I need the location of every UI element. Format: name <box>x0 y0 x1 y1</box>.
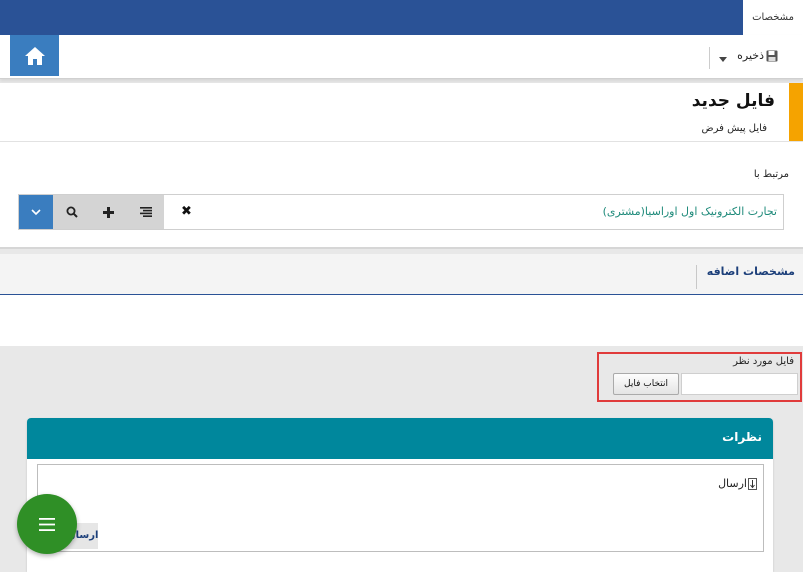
file-field-label: فایل مورد نظر <box>733 356 794 367</box>
comment-text: ارسال <box>718 477 757 490</box>
related-lookup: ✖ تجارت الکترونیک اول اوراسیا(مشتری) <box>18 194 784 230</box>
list-icon <box>139 207 152 217</box>
tab-extra-details[interactable]: مشخصات اضافه <box>695 265 795 289</box>
list-button[interactable] <box>127 195 164 229</box>
floating-menu-button[interactable] <box>17 494 77 554</box>
menu-icon <box>39 517 55 531</box>
home-button[interactable] <box>10 35 59 76</box>
file-field: فایل مورد نظر انتخاب فایل <box>597 352 802 402</box>
record-header: فایل جدید فایل پیش فرض <box>0 83 803 141</box>
comments-title: نظرات <box>722 430 762 444</box>
home-icon <box>24 46 45 65</box>
add-icon <box>103 206 114 218</box>
tabs-area: مشخصات اضافه <box>0 254 803 346</box>
save-label: ذخیره <box>737 49 764 62</box>
title-accent-bar <box>789 83 803 141</box>
toolbar: ذخیره <box>0 35 803 79</box>
comments-panel: نظرات ارسال ارسال <box>27 418 773 572</box>
comments-header: نظرات <box>27 418 773 459</box>
related-label: مرتبط با <box>753 169 789 180</box>
clear-icon[interactable]: ✖ <box>181 204 192 219</box>
top-bar: مشخصات <box>0 0 803 35</box>
file-name-input[interactable] <box>681 373 798 395</box>
comment-text-value: ارسال <box>718 477 747 490</box>
chevron-down-icon <box>31 209 41 216</box>
chevron-down-icon[interactable] <box>719 57 727 62</box>
toolbar-divider <box>709 47 710 69</box>
dropdown-button[interactable] <box>19 195 53 229</box>
comment-editor[interactable]: ارسال <box>37 464 764 552</box>
page-title: فایل جدید <box>691 91 775 111</box>
page-subtitle: فایل پیش فرض <box>701 123 767 134</box>
related-value[interactable]: تجارت الکترونیک اول اوراسیا(مشتری) <box>603 205 777 218</box>
tab-details[interactable]: مشخصات <box>743 0 803 35</box>
search-button[interactable] <box>53 195 90 229</box>
floppy-disk-icon <box>766 50 778 61</box>
cursor-icon <box>748 477 757 490</box>
related-section: مرتبط با ✖ تجارت الکترونیک اول اوراسیا(م… <box>0 141 803 249</box>
save-button[interactable]: ذخیره <box>737 49 778 62</box>
choose-file-button[interactable]: انتخاب فایل <box>613 373 679 395</box>
tab-bar: مشخصات اضافه <box>0 254 803 295</box>
add-button[interactable] <box>90 195 127 229</box>
search-icon <box>66 206 78 218</box>
